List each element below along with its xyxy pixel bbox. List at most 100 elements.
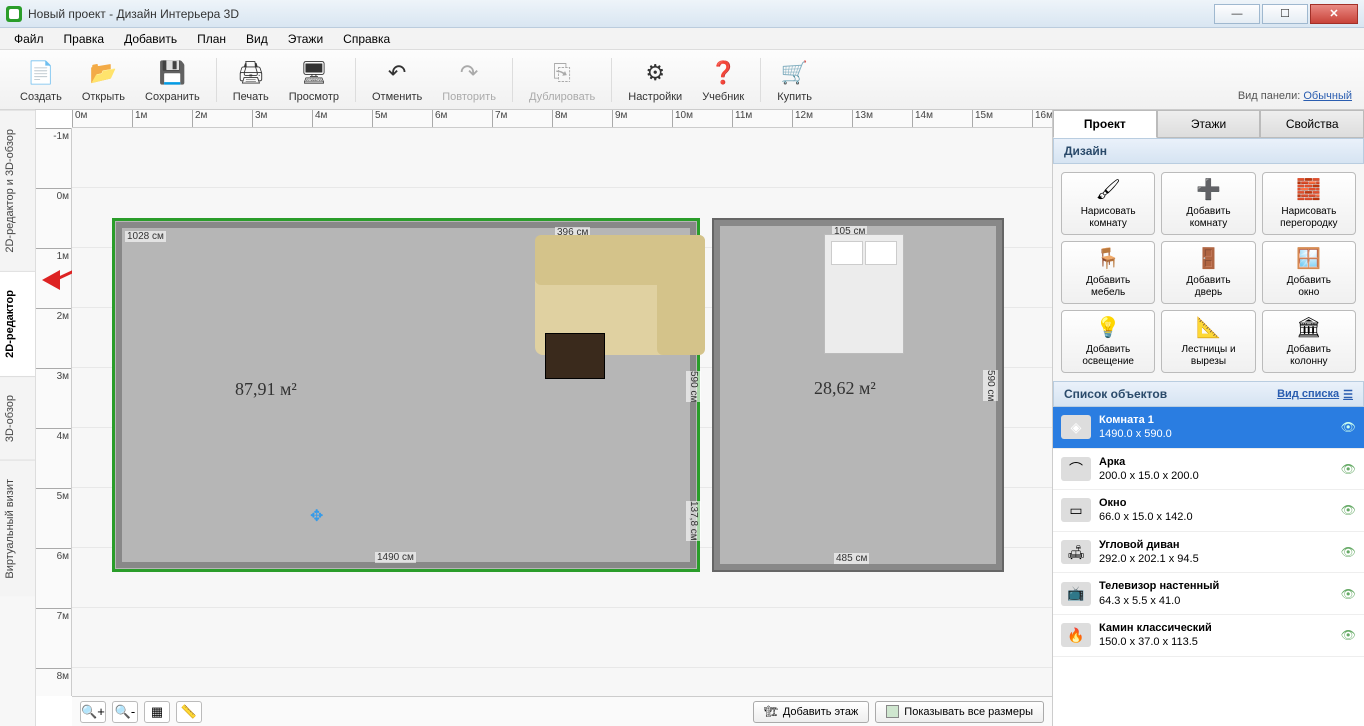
annotation-arrow xyxy=(42,270,60,290)
app-icon xyxy=(6,6,22,22)
tool-дублировать: ⎘Дублировать xyxy=(519,55,605,105)
vtab-3d[interactable]: 3D-обзор xyxy=(0,376,35,460)
menubar: Файл Правка Добавить План Вид Этажи Спра… xyxy=(0,28,1364,50)
panel-mode-link[interactable]: Обычный xyxy=(1303,90,1352,102)
design-icon: 💡 xyxy=(1093,315,1123,341)
ruler-vertical: -1м0м1м2м3м4м5м6м7м8м xyxy=(36,128,72,696)
menu-edit[interactable]: Правка xyxy=(54,30,115,48)
design-btn-2[interactable]: 🧱Нарисоватьперегородку xyxy=(1262,172,1356,235)
object-icon: ⌒ xyxy=(1061,457,1091,481)
right-panel: Проект Этажи Свойства Дизайн 🖌Нарисовать… xyxy=(1052,110,1364,726)
close-button[interactable]: ✕ xyxy=(1310,4,1358,24)
tool-отменить[interactable]: ↶Отменить xyxy=(362,55,432,105)
titlebar: Новый проект - Дизайн Интерьера 3D — ☐ ✕ xyxy=(0,0,1364,28)
menu-floors[interactable]: Этажи xyxy=(278,30,333,48)
visibility-icon[interactable]: 👁 xyxy=(1341,420,1356,434)
zoom-out-button[interactable]: 🔍- xyxy=(112,701,138,723)
object-row-4[interactable]: 📺Телевизор настенный64.3 x 5.5 x 41.0👁 xyxy=(1053,573,1364,615)
tool-открыть[interactable]: 📂Открыть xyxy=(72,55,135,105)
add-floor-button[interactable]: 🏗 Добавить этаж xyxy=(753,701,869,723)
grid-button[interactable]: ▦ xyxy=(144,701,170,723)
menu-file[interactable]: Файл xyxy=(4,30,54,48)
object-icon: ▭ xyxy=(1061,498,1091,522)
dim-room1-door-h: 137,8 см xyxy=(686,501,701,541)
tool-создать[interactable]: 📄Создать xyxy=(10,55,72,105)
object-row-5[interactable]: 🔥Камин классический150.0 x 37.0 x 113.5👁 xyxy=(1053,615,1364,657)
room-2-area: 28,62 м² xyxy=(814,378,876,399)
tool-печать[interactable]: 🖨Печать xyxy=(223,55,279,105)
tool-настройки[interactable]: ⚙Настройки xyxy=(618,55,692,105)
rtab-project[interactable]: Проект xyxy=(1053,110,1157,138)
design-btn-6[interactable]: 💡Добавитьосвещение xyxy=(1061,310,1155,373)
toolbar: 📄Создать📂Открыть💾Сохранить 🖨Печать🖥Просмо… xyxy=(0,50,1364,110)
object-row-2[interactable]: ▭Окно66.0 x 15.0 x 142.0👁 xyxy=(1053,490,1364,532)
right-tabs: Проект Этажи Свойства xyxy=(1053,110,1364,138)
object-row-3[interactable]: 🛋Угловой диван292.0 x 202.1 x 94.5👁 xyxy=(1053,532,1364,574)
design-btn-7[interactable]: 📐Лестницы ивырезы xyxy=(1161,310,1255,373)
menu-view[interactable]: Вид xyxy=(236,30,278,48)
menu-plan[interactable]: План xyxy=(187,30,236,48)
object-icon: 🔥 xyxy=(1061,623,1091,647)
tool-просмотр[interactable]: 🖥Просмотр xyxy=(279,55,349,105)
design-icon: ➕ xyxy=(1193,177,1223,203)
vtab-2d-3d[interactable]: 2D-редактор и 3D-обзор xyxy=(0,110,35,271)
design-header: Дизайн xyxy=(1053,138,1364,164)
object-list: ◈Комната 11490.0 x 590.0👁⌒Арка200.0 x 15… xyxy=(1053,407,1364,726)
list-view-link[interactable]: Вид списка☰ xyxy=(1277,388,1353,401)
tool-icon: 📄 xyxy=(25,57,57,89)
menu-help[interactable]: Справка xyxy=(333,30,400,48)
visibility-icon[interactable]: 👁 xyxy=(1341,545,1356,559)
tool-купить[interactable]: 🛒Купить xyxy=(767,55,822,105)
dim-room1-side: 590 см xyxy=(686,371,701,402)
window-title: Новый проект - Дизайн Интерьера 3D xyxy=(28,7,239,21)
show-dimensions-toggle[interactable]: Показывать все размеры xyxy=(875,701,1044,723)
design-btn-3[interactable]: 🪑Добавитьмебель xyxy=(1061,241,1155,304)
rtab-props[interactable]: Свойства xyxy=(1260,110,1364,138)
room-1[interactable]: 87,91 м² ✥ 1028 см 1490 см 137,8 см 590 … xyxy=(112,218,700,572)
object-icon: 📺 xyxy=(1061,582,1091,606)
design-icon: 🪟 xyxy=(1294,246,1324,272)
tool-icon: 🖥 xyxy=(298,57,330,89)
floorplan-canvas[interactable]: 87,91 м² ✥ 1028 см 1490 см 137,8 см 590 … xyxy=(72,128,1052,696)
tool-icon: ⚙ xyxy=(639,57,671,89)
dim-room2-height: 590 см xyxy=(983,370,998,401)
objects-header: Список объектов Вид списка☰ xyxy=(1053,381,1364,407)
object-row-0[interactable]: ◈Комната 11490.0 x 590.0👁 xyxy=(1053,407,1364,449)
panel-mode-label: Вид панели: Обычный xyxy=(1238,90,1352,102)
dim-room2-width: 485 см xyxy=(834,553,869,564)
room-2[interactable]: 28,62 м² 485 см 590 см 105 см xyxy=(712,218,1004,572)
visibility-icon[interactable]: 👁 xyxy=(1341,462,1356,476)
furniture-bed[interactable] xyxy=(824,234,904,354)
furniture-tv[interactable] xyxy=(545,333,605,379)
design-btn-8[interactable]: 🏛Добавитьколонну xyxy=(1262,310,1356,373)
visibility-icon[interactable]: 👁 xyxy=(1341,628,1356,642)
vtab-2d[interactable]: 2D-редактор xyxy=(0,271,35,376)
tool-icon: 💾 xyxy=(156,57,188,89)
main-area: 2D-редактор и 3D-обзор 2D-редактор 3D-об… xyxy=(0,110,1364,726)
tool-сохранить[interactable]: 💾Сохранить xyxy=(135,55,210,105)
design-btn-5[interactable]: 🪟Добавитьокно xyxy=(1262,241,1356,304)
design-btn-4[interactable]: 🚪Добавитьдверь xyxy=(1161,241,1255,304)
tool-учебник[interactable]: ❓Учебник xyxy=(692,55,754,105)
zoom-in-button[interactable]: 🔍+ xyxy=(80,701,106,723)
design-icon: 🧱 xyxy=(1294,177,1324,203)
design-btn-0[interactable]: 🖌Нарисоватькомнату xyxy=(1061,172,1155,235)
room-1-area: 87,91 м² xyxy=(235,379,297,400)
visibility-icon[interactable]: 👁 xyxy=(1341,503,1356,517)
tool-icon: 🖨 xyxy=(235,57,267,89)
dim-room1-width: 1490 см xyxy=(375,552,416,563)
maximize-button[interactable]: ☐ xyxy=(1262,4,1308,24)
vtab-virtual[interactable]: Виртуальный визит xyxy=(0,460,35,597)
rtab-floors[interactable]: Этажи xyxy=(1157,110,1261,138)
menu-add[interactable]: Добавить xyxy=(114,30,187,48)
design-btn-1[interactable]: ➕Добавитькомнату xyxy=(1161,172,1255,235)
object-row-1[interactable]: ⌒Арка200.0 x 15.0 x 200.0👁 xyxy=(1053,449,1364,491)
visibility-icon[interactable]: 👁 xyxy=(1341,587,1356,601)
minimize-button[interactable]: — xyxy=(1214,4,1260,24)
tool-icon: ❓ xyxy=(707,57,739,89)
object-icon: 🛋 xyxy=(1061,540,1091,564)
stairs-icon: 🏗 xyxy=(764,705,778,718)
measure-button[interactable]: 📏 xyxy=(176,701,202,723)
tool-icon: ↶ xyxy=(381,57,413,89)
design-icon: 🪑 xyxy=(1093,246,1123,272)
